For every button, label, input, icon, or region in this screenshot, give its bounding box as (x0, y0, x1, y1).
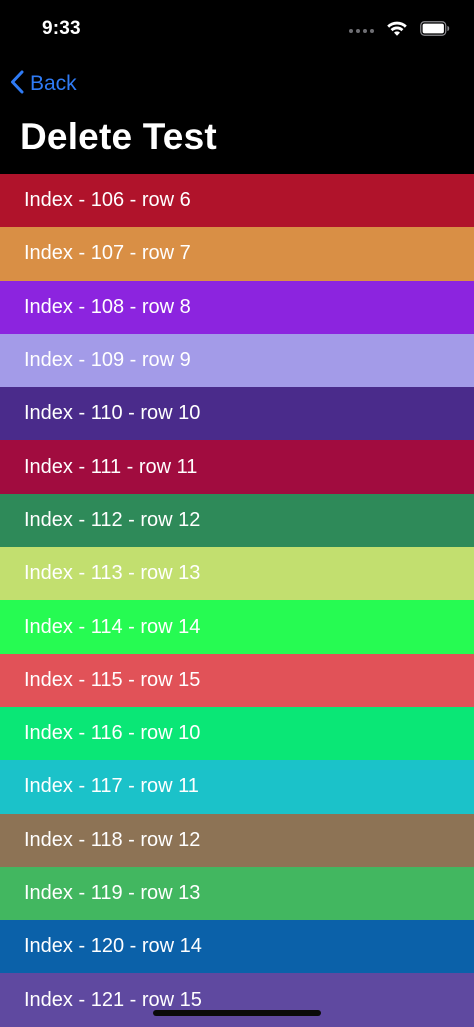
list-row[interactable]: Index - 115 - row 15 (0, 653, 474, 707)
page-title: Delete Test (20, 116, 217, 157)
row-list: Index - 106 - row 6 Index - 107 - row 7 … (0, 174, 474, 1027)
status-bar: 9:33 (0, 0, 474, 60)
home-indicator (153, 1010, 321, 1016)
list-row[interactable]: Index - 109 - row 9 (0, 333, 474, 388)
list-row[interactable]: Index - 116 - row 10 (0, 706, 474, 761)
list-row[interactable]: Index - 119 - row 13 (0, 866, 474, 921)
list-row[interactable]: Index - 108 - row 8 (0, 280, 474, 334)
list-row[interactable]: Index - 110 - row 10 (0, 387, 474, 441)
cellular-dots-icon (349, 29, 374, 33)
list-row[interactable]: Index - 117 - row 11 (0, 760, 474, 814)
list-row[interactable]: Index - 121 - row 15 (0, 973, 474, 1027)
back-label: Back (30, 72, 77, 95)
list-row[interactable]: Index - 112 - row 12 (0, 493, 474, 548)
status-time: 9:33 (42, 18, 81, 39)
status-icons (349, 20, 450, 42)
list-row[interactable]: Index - 120 - row 14 (0, 920, 474, 974)
list-row[interactable]: Index - 118 - row 12 (0, 813, 474, 867)
list-row[interactable]: Index - 106 - row 6 (0, 174, 474, 228)
chevron-left-icon (10, 70, 24, 99)
list-row[interactable]: Index - 107 - row 7 (0, 227, 474, 281)
navigation-bar: Back Delete Test (0, 60, 474, 172)
back-button[interactable]: Back (10, 68, 77, 100)
list-row[interactable]: Index - 114 - row 14 (0, 600, 474, 654)
list-row[interactable]: Index - 113 - row 13 (0, 547, 474, 601)
battery-icon (420, 21, 450, 41)
list-row[interactable]: Index - 111 - row 11 (0, 440, 474, 494)
wifi-icon (386, 20, 408, 42)
